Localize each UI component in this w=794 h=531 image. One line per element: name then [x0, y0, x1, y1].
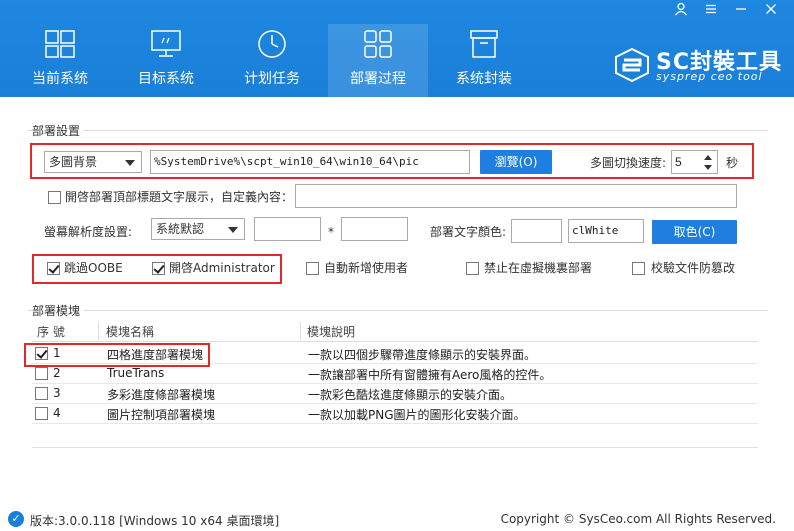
show-title-label: 開啓部署頂部標題文字展示，自定義內容：	[65, 190, 294, 204]
row-number: 3	[53, 386, 61, 400]
chevron-down-icon	[228, 227, 238, 233]
tab-target-system[interactable]: 目标系统	[116, 24, 216, 97]
column-separator	[300, 322, 301, 340]
speed-input[interactable]: 5	[671, 150, 703, 174]
tab-current-system[interactable]: 当前系统	[10, 24, 110, 97]
column-header: 序 號	[37, 325, 65, 339]
close-icon[interactable]	[762, 2, 780, 20]
row-checkbox[interactable]	[35, 387, 48, 400]
minimize-icon[interactable]	[732, 2, 750, 20]
verify-files-checkbox[interactable]	[632, 262, 645, 275]
text-color-label: 部署文字顏色:	[430, 225, 507, 239]
skip-oobe-checkbox[interactable]	[47, 262, 60, 275]
column-header: 模塊名稱	[106, 325, 155, 339]
column-header: 模塊說明	[307, 325, 356, 339]
grid-icon	[328, 24, 428, 64]
pick-color-button[interactable]: 取色(C)	[652, 220, 737, 244]
arrow-up-icon	[704, 155, 712, 160]
monitor-icon	[116, 24, 216, 64]
row-number: 4	[53, 406, 61, 420]
row-name: 圖片控制項部署模塊	[107, 408, 216, 422]
deploy-settings-title: 部署設置	[32, 122, 85, 139]
row-description: 一款彩色酷炫進度條顯示的安裝介面。	[308, 388, 513, 402]
row-number: 2	[53, 366, 61, 380]
user-icon[interactable]	[672, 2, 690, 20]
status-bar: ✓ 版本:3.0.0.118 [Windows 10 x64 桌面環境] Cop…	[0, 508, 794, 531]
logo-subtitle: sysprep ceo tool	[656, 70, 763, 83]
arrow-down-icon	[704, 165, 712, 170]
text-color-swatch[interactable]	[511, 219, 562, 243]
enable-administrator-label: 開啓Administrator	[169, 261, 275, 275]
resolution-separator: *	[328, 225, 334, 239]
tab-system-package[interactable]: 系统封装	[434, 24, 534, 97]
speed-label: 多圖切換速度:	[590, 156, 667, 170]
templates-table: 序 號 模塊名稱 模塊說明 1 四格進度部署模塊 一款以四個步驟帶進度條顯示的安…	[32, 320, 758, 448]
chevron-down-icon	[125, 160, 135, 166]
select-value: 多圖背景	[49, 155, 98, 169]
tab-label: 目标系统	[138, 71, 194, 87]
tab-label: 计划任务	[244, 71, 300, 87]
tab-scheduled-tasks[interactable]: 计划任务	[222, 24, 322, 97]
row-description: 一款以加載PNG圖片的圖形化安裝介面。	[308, 408, 526, 422]
resolution-select[interactable]: 系統默認	[151, 218, 245, 240]
windows-icon	[10, 24, 110, 64]
templates-title: 部署模塊	[32, 302, 85, 319]
row-description: 一款以四個步驟帶進度條顯示的安裝界面。	[308, 348, 537, 362]
browse-button[interactable]: 瀏覽(O)	[480, 150, 552, 174]
clock-icon	[222, 24, 322, 64]
window-controls	[672, 2, 780, 20]
skip-oobe-label: 跳過OOBE	[64, 261, 123, 275]
background-path-input[interactable]: %SystemDrive%\scpt_win10_64\win10_64\pic	[150, 150, 470, 174]
speed-unit: 秒	[726, 156, 739, 170]
title-text-input[interactable]	[295, 184, 737, 208]
package-icon	[434, 24, 534, 64]
row-description: 一款讓部署中所有窗體擁有Aero風格的控件。	[308, 368, 552, 382]
enable-administrator-checkbox[interactable]	[152, 262, 165, 275]
version-text: 版本:3.0.0.118 [Windows 10 x64 桌面環境]	[30, 514, 280, 528]
block-vm-deploy-checkbox[interactable]	[466, 262, 479, 275]
select-value: 系統默認	[156, 222, 205, 236]
app-header: 当前系统 目标系统 计划任务 部署过程 系统封装 SC封裝工具 sysprep …	[0, 0, 794, 97]
table-header: 序 號 模塊名稱 模塊說明	[32, 320, 758, 342]
speed-spinner[interactable]	[700, 150, 718, 174]
tab-deploy-process[interactable]: 部署过程	[328, 24, 428, 97]
row-name: TrueTrans	[107, 366, 165, 380]
tab-label: 部署过程	[350, 71, 406, 87]
text-color-value[interactable]: clWhite	[568, 219, 644, 243]
app-logo: SC封裝工具 sysprep ceo tool	[614, 44, 784, 88]
tab-label: 当前系统	[32, 71, 88, 87]
row-checkbox[interactable]	[35, 367, 48, 380]
tab-label: 系统封装	[456, 71, 512, 87]
shield-check-icon: ✓	[8, 511, 24, 527]
resolution-label: 螢幕解析度設置:	[44, 225, 133, 239]
logo-icon	[615, 48, 649, 82]
auto-add-user-label: 自動新增使用者	[324, 261, 409, 275]
background-mode-select[interactable]: 多圖背景	[44, 151, 142, 173]
resolution-height-input[interactable]	[341, 217, 408, 241]
copyright-text: Copyright © SysCeo.com All Rights Reserv…	[500, 512, 776, 526]
section-divider	[28, 130, 768, 131]
row-name: 多彩進度條部署模塊	[107, 388, 216, 402]
menu-icon[interactable]	[702, 2, 720, 20]
verify-files-label: 校驗文件防篡改	[651, 261, 736, 275]
table-row[interactable]: 4 圖片控制項部署模塊 一款以加載PNG圖片的圖形化安裝介面。	[32, 405, 758, 424]
resolution-width-input[interactable]	[254, 217, 321, 241]
auto-add-user-checkbox[interactable]	[306, 262, 319, 275]
column-separator	[98, 322, 99, 340]
show-title-checkbox[interactable]	[48, 191, 61, 204]
table-row[interactable]: 3 多彩進度條部署模塊 一款彩色酷炫進度條顯示的安裝介面。	[32, 385, 758, 404]
block-vm-deploy-label: 禁止在虛擬機裏部署	[484, 261, 593, 275]
table-row[interactable]: 2 TrueTrans 一款讓部署中所有窗體擁有Aero風格的控件。	[32, 365, 758, 384]
highlight-box	[24, 343, 210, 367]
section-divider	[28, 310, 768, 311]
row-checkbox[interactable]	[35, 407, 48, 420]
